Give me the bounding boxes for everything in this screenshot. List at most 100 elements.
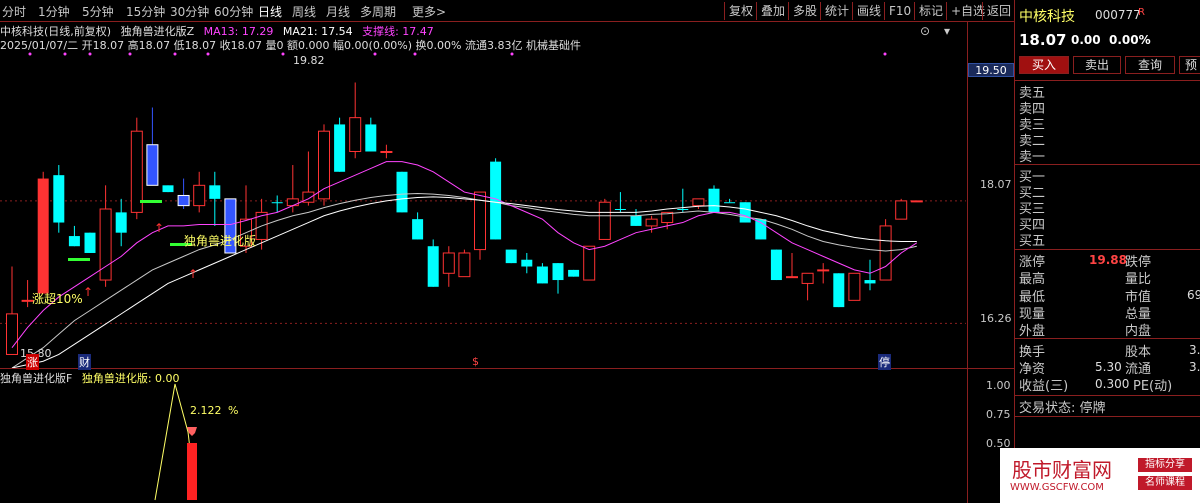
volume-ratio-label: 量比 <box>1125 272 1152 287</box>
candle-body <box>442 252 455 274</box>
eps-value: 0.300 <box>1095 377 1130 391</box>
support-line <box>11 196 917 368</box>
tab-15min[interactable]: 15分钟 <box>126 3 165 20</box>
limit-up-annotation: 涨超10% <box>32 292 83 306</box>
divider <box>1015 164 1200 165</box>
watermark-logo: 股市财富网 WWW.GSCFW.COM 指标分享 名师课程 <box>1000 448 1200 503</box>
tab-60min[interactable]: 60分钟 <box>214 3 253 20</box>
pe-label: PE(动) <box>1133 379 1173 394</box>
candle-body <box>334 124 346 172</box>
tab-more[interactable]: 更多> <box>412 3 446 20</box>
high-label: 最高 <box>1019 272 1046 287</box>
period-tab-bar: 分时 1分钟 5分钟 15分钟 30分钟 60分钟 日线 周线 月线 多周期 更… <box>0 0 1014 22</box>
signal-dot <box>510 52 514 56</box>
bid-5: 买五 <box>1019 234 1046 249</box>
finance-marker[interactable]: 财 <box>78 354 91 370</box>
f10-button[interactable]: F10 <box>884 2 915 20</box>
high-price-annotation: 19.82 <box>293 54 325 67</box>
candle-body <box>833 273 845 308</box>
fuquan-button[interactable]: 复权 <box>724 2 757 20</box>
tab-fenshi[interactable]: 分时 <box>2 3 26 20</box>
tab-weekly[interactable]: 周线 <box>292 3 316 20</box>
signal-dash <box>68 258 90 261</box>
dollar-marker[interactable]: $ <box>472 355 479 368</box>
stats-button[interactable]: 统计 <box>820 2 853 20</box>
candle-body <box>770 249 782 281</box>
query-button[interactable]: 查询 <box>1125 56 1175 74</box>
candle-body <box>380 150 393 153</box>
candle-body <box>552 263 564 281</box>
unicorn-annotation: 独角兽进化版 <box>184 234 257 248</box>
stock-pct: 0.00% <box>1109 33 1151 47</box>
candle-body <box>68 236 80 247</box>
tab-1min[interactable]: 1分钟 <box>38 3 70 20</box>
preset-button[interactable]: 预 <box>1179 56 1200 74</box>
mark-button[interactable]: 标记 <box>914 2 947 20</box>
watermark-url: WWW.GSCFW.COM <box>1010 482 1104 493</box>
limit-up-value: 19.88 <box>1089 253 1127 267</box>
inner-disk-label: 内盘 <box>1125 324 1152 339</box>
tab-monthly[interactable]: 月线 <box>326 3 350 20</box>
candle-body <box>505 249 517 264</box>
sub-indicator-chart[interactable] <box>0 380 966 503</box>
back-button[interactable]: 返回 <box>982 2 1015 20</box>
settings-icon[interactable]: ⊙ <box>920 24 930 38</box>
market-cap-value: 69 <box>1187 288 1200 302</box>
divider <box>1015 249 1200 250</box>
overlay-button[interactable]: 叠加 <box>756 2 789 20</box>
candle-body <box>37 178 49 294</box>
candle-body <box>583 245 596 281</box>
candle-body <box>817 269 830 272</box>
limit-up-marker[interactable]: 涨 <box>26 354 39 370</box>
candle-body <box>801 272 814 284</box>
panel-separator <box>0 368 1014 369</box>
signal-dot <box>88 52 92 56</box>
watermark-title: 股市财富网 <box>1012 458 1112 482</box>
price-axis-label: 16.26 <box>980 312 1012 325</box>
signal-dot <box>173 52 177 56</box>
candle-body <box>614 209 626 210</box>
dropdown-icon[interactable]: ▾ <box>944 24 950 38</box>
float-value: 3. <box>1189 360 1200 374</box>
suspend-marker[interactable]: 停 <box>878 354 891 370</box>
candle-body <box>209 185 221 199</box>
candle-body <box>427 246 439 287</box>
candle-body <box>396 171 408 213</box>
tab-multi-period[interactable]: 多周期 <box>360 3 396 20</box>
candle-body <box>271 202 283 204</box>
signal-dot <box>206 52 210 56</box>
candle-body <box>521 259 533 267</box>
tab-5min[interactable]: 5分钟 <box>82 3 114 20</box>
tab-30min[interactable]: 30分钟 <box>170 3 209 20</box>
candle-body <box>848 272 861 301</box>
candle-body <box>146 144 159 186</box>
signal-dash <box>140 200 162 203</box>
candle-body <box>895 200 908 220</box>
signal-dot <box>63 52 67 56</box>
signal-dot <box>281 52 285 56</box>
candle-body <box>115 212 127 233</box>
buy-button[interactable]: 买入 <box>1019 56 1069 74</box>
candle-body <box>365 124 377 152</box>
quote-panel: 中核科技 000777 R 18.07 0.00 0.00% 买入 卖出 查询 … <box>1014 0 1200 503</box>
multi-stock-button[interactable]: 多股 <box>788 2 821 20</box>
buy-arrow-icon: ↑ <box>188 267 198 281</box>
candle-body <box>864 280 876 284</box>
kline-chart[interactable]: ↑ ↑ ↑ <box>0 50 966 368</box>
stock-name: 中核科技 <box>1019 9 1075 25</box>
sell-button[interactable]: 卖出 <box>1073 56 1121 74</box>
buy-arrow-icon: ↑ <box>83 285 93 299</box>
watermark-tag-1: 指标分享 <box>1138 458 1192 472</box>
tab-daily[interactable]: 日线 <box>258 3 282 20</box>
price-axis-line <box>967 22 968 503</box>
candle-body <box>536 266 548 284</box>
outer-disk-label: 外盘 <box>1019 324 1046 339</box>
candle-body <box>910 200 923 203</box>
candle-body <box>598 201 611 240</box>
candle-body <box>458 252 471 278</box>
candle-body <box>677 209 689 210</box>
divider <box>1015 416 1200 417</box>
candle-body <box>739 202 751 223</box>
draw-line-button[interactable]: 画线 <box>852 2 885 20</box>
stock-price: 18.07 <box>1019 31 1067 49</box>
